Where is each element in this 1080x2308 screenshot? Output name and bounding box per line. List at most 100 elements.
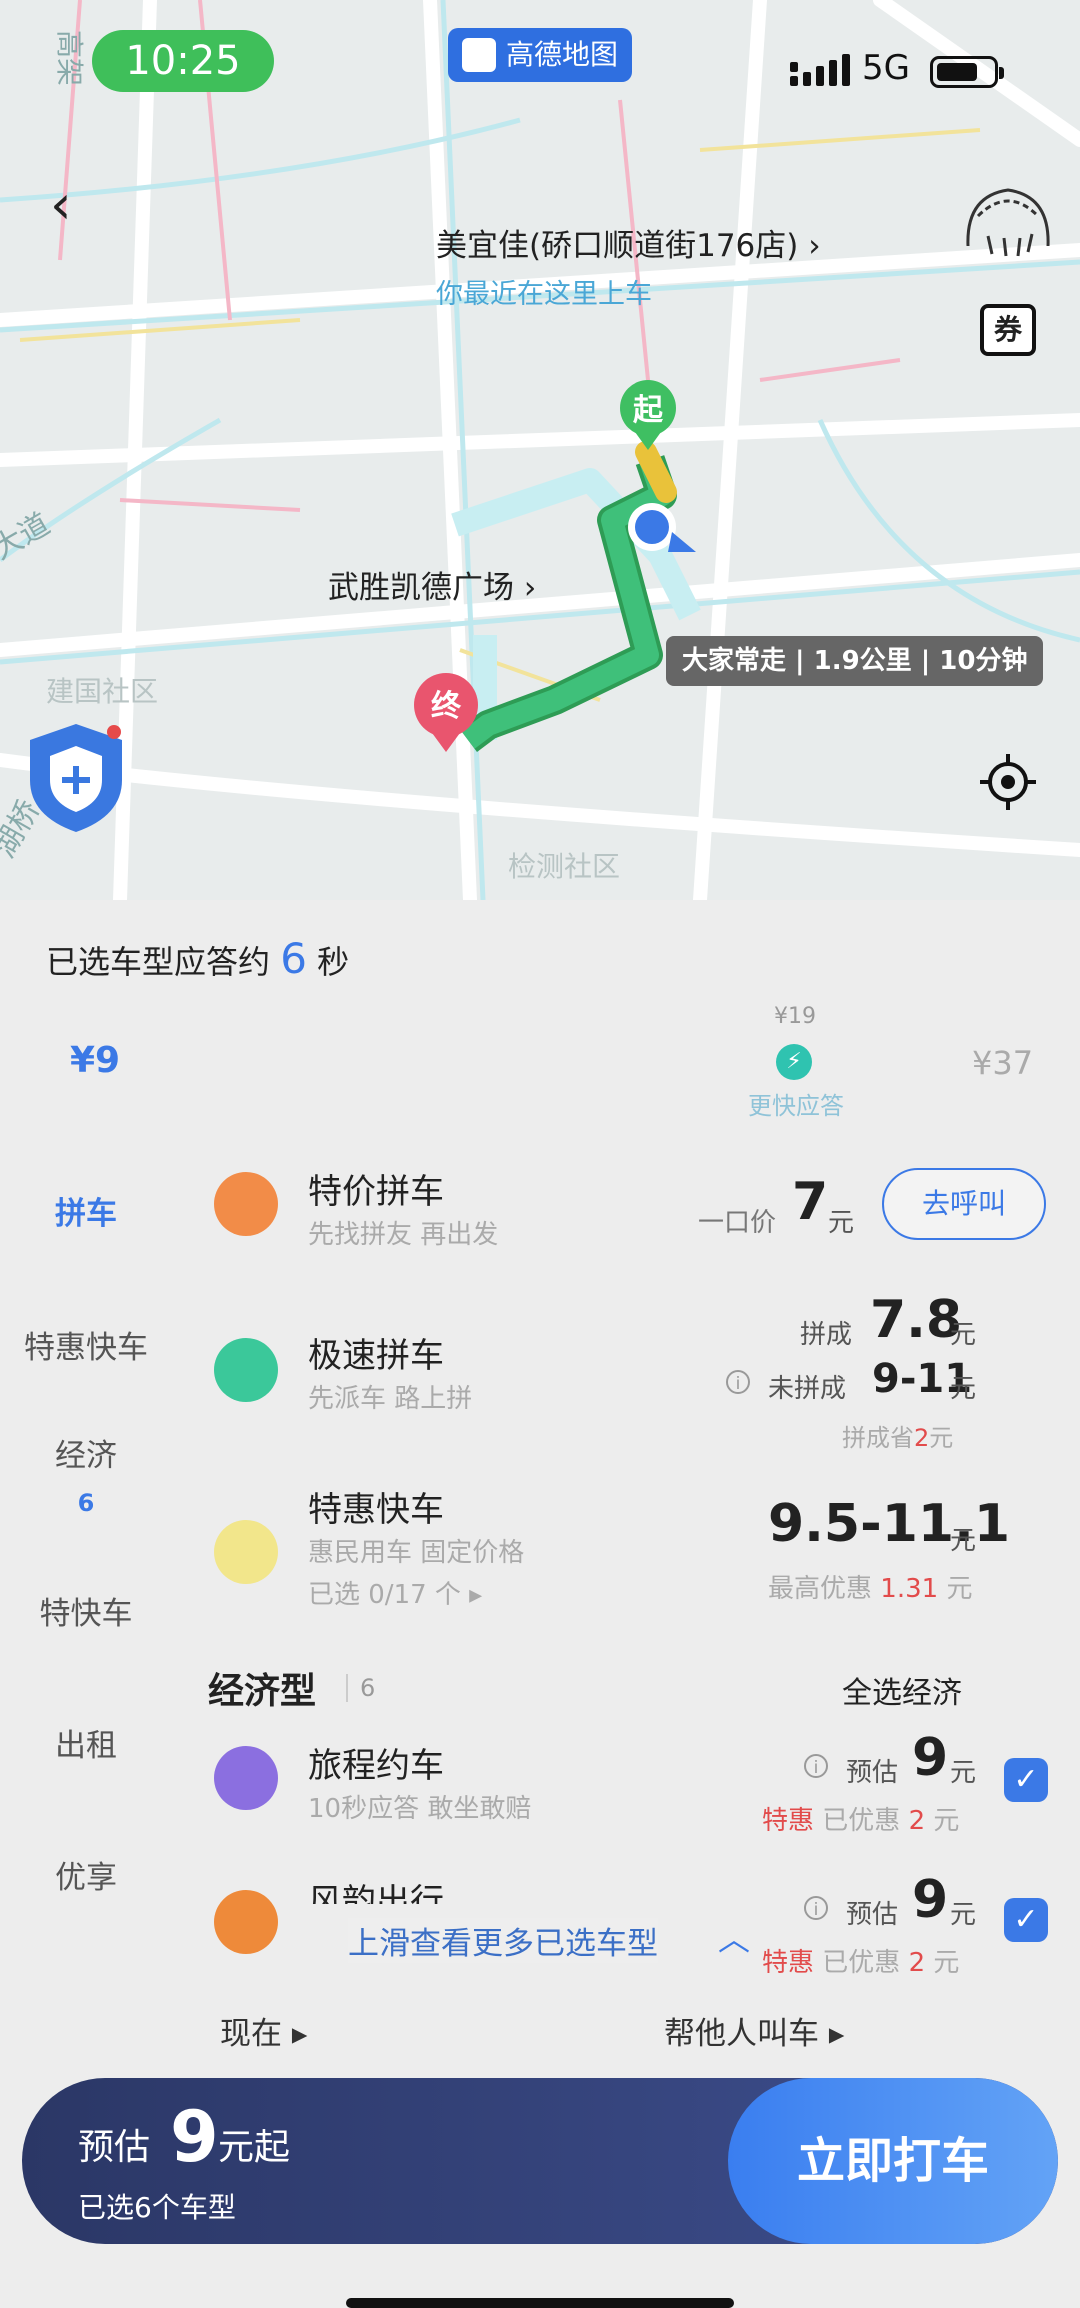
option-desc: 先找拼友 再出发 — [308, 1220, 499, 1250]
option-price: 9 — [912, 1870, 949, 1930]
option-price-prefix: 一口价 — [698, 1208, 777, 1238]
option-price-prefix: 拼成 — [800, 1320, 853, 1350]
price-scale-mid-label: 更快应答 — [748, 1092, 844, 1120]
option-selected-count[interactable]: 已选 0/17 个 ▸ — [308, 1574, 482, 1611]
option-price-unit: 元 — [950, 1526, 977, 1556]
locate-me-icon[interactable] — [978, 752, 1038, 812]
select-all-button[interactable]: 全选经济 — [842, 1668, 962, 1712]
discount-note: 特惠 已优惠 2 元 — [762, 1942, 959, 1979]
bottom-order-bar: 预估 9 元起 已选6个车型 立即打车 — [22, 2078, 1058, 2244]
price-scale-max[interactable]: ¥37 — [972, 1044, 1033, 1082]
option-price-prefix: 预估 — [846, 1900, 899, 1930]
discount-unit: 元 — [933, 1948, 960, 1978]
battery-icon — [930, 56, 1004, 88]
option-price-unit: 元 — [950, 1320, 977, 1350]
discount-prefix: 最高优惠 — [768, 1574, 873, 1604]
save-unit: 元 — [929, 1424, 954, 1452]
option-name[interactable]: 特价拼车 — [308, 1164, 444, 1213]
signal-icon — [790, 54, 850, 86]
info-icon[interactable]: i — [804, 1896, 828, 1920]
discount-prefix: 已优惠 — [822, 1806, 901, 1836]
amap-logo-icon — [462, 38, 496, 72]
selected-count: 已选6个车型 — [78, 2191, 236, 2224]
group-count: 6 — [346, 1674, 375, 1702]
coupon-icon[interactable]: 券 — [980, 304, 1036, 356]
category-label: 经济 — [55, 1438, 117, 1474]
discount-tag: 特惠 — [762, 1806, 815, 1836]
status-time: 10:25 — [92, 30, 274, 92]
discount-amount: 2 — [908, 1806, 926, 1836]
category-jingji[interactable]: 经济 6 — [0, 1430, 172, 1517]
estimate-label: 预估 — [78, 2127, 151, 2168]
swipe-up-hint[interactable]: 上滑查看更多已选车型 — [348, 1918, 658, 1963]
response-prefix: 已选车型应答约 — [46, 943, 271, 981]
group-title: 经济型 — [208, 1671, 317, 1712]
discount-amount: 2 — [908, 1948, 926, 1978]
departure-time-selector[interactable]: 现在 ▸ — [220, 2008, 307, 2053]
map-view[interactable]: 高架 大道 湖桥 起 终 10:25 高德地图 5G ‹ 美宜佳(硚口顺道街17… — [0, 0, 1080, 900]
svg-text:终: 终 — [431, 689, 462, 724]
option-price-unit: 元 — [950, 1900, 977, 1930]
safety-shield-icon[interactable] — [22, 718, 130, 836]
svg-text:起: 起 — [633, 393, 664, 428]
carpool-special-icon — [214, 1172, 278, 1236]
app-badge[interactable]: 高德地图 — [448, 28, 632, 82]
discount-prefix: 已优惠 — [822, 1948, 901, 1978]
option-desc: 先派车 路上拼 — [308, 1384, 473, 1414]
network-type: 5G — [862, 48, 910, 88]
checkbox[interactable]: ✓ — [1004, 1898, 1048, 1942]
poi-label[interactable]: 武胜凯德广场 › — [328, 562, 536, 607]
save-note: 拼成省2元 — [842, 1418, 953, 1453]
pickup-location-title[interactable]: 美宜佳(硚口顺道街176店) › — [436, 220, 821, 265]
option-price-unit: 元 — [950, 1758, 977, 1788]
discount-note: 最高优惠 1.31 元 — [768, 1568, 972, 1605]
price-scale-min[interactable]: ¥9 — [70, 1040, 120, 1081]
category-youxiang[interactable]: 优享 — [0, 1852, 172, 1897]
discount-express-icon — [214, 1520, 278, 1584]
option-name[interactable]: 风韵出行 — [308, 1874, 444, 1904]
option-price: 7 — [792, 1172, 829, 1232]
call-for-others-link[interactable]: 帮他人叫车 ▸ — [664, 2008, 844, 2053]
map-roads: 高架 大道 湖桥 起 终 — [0, 0, 1080, 900]
option-desc: 10秒应答 敢坐敢赔 — [308, 1794, 532, 1824]
avatar[interactable] — [958, 176, 1058, 272]
pickup-location-subtitle: 你最近在这里上车 — [436, 279, 652, 310]
response-suffix: 秒 — [317, 943, 350, 981]
response-seconds: 6 — [280, 934, 307, 983]
info-icon[interactable]: i — [726, 1370, 750, 1394]
back-button[interactable]: ‹ — [50, 170, 110, 240]
ride-provider-icon — [214, 1890, 278, 1954]
option-name[interactable]: 旅程约车 — [308, 1738, 444, 1787]
option-price: 7.8 — [870, 1290, 963, 1350]
save-amount: 2 — [914, 1424, 930, 1452]
option-desc: 惠民用车 固定价格 — [308, 1538, 525, 1568]
discount-unit: 元 — [933, 1806, 960, 1836]
discount-unit: 元 — [946, 1574, 973, 1604]
checkbox[interactable]: ✓ — [1004, 1758, 1048, 1802]
route-info-label: 大家常走 | 1.9公里 | 10分钟 — [666, 636, 1044, 686]
call-button[interactable]: 去呼叫 — [882, 1168, 1046, 1240]
option-name[interactable]: 极速拼车 — [308, 1328, 444, 1377]
order-now-button[interactable]: 立即打车 — [728, 2078, 1058, 2244]
category-tehui-kuaiche[interactable]: 特惠快车 — [0, 1322, 172, 1367]
ride-provider-icon — [214, 1746, 278, 1810]
map-area-label: 建国社区 — [46, 675, 159, 708]
option-price-unit: 元 — [828, 1208, 855, 1238]
app-badge-label: 高德地图 — [506, 38, 619, 71]
lightning-icon: ⚡ — [776, 1044, 812, 1080]
price-scale-mid[interactable]: ¥19 — [774, 1004, 816, 1029]
category-pinche[interactable]: 拼车 — [0, 1188, 172, 1233]
chevron-up-icon[interactable]: ︿ — [718, 1914, 750, 1960]
category-tekuaiche[interactable]: 特快车 — [0, 1588, 172, 1633]
estimate-price: 9 — [170, 2096, 219, 2178]
option-price-prefix: 未拼成 — [768, 1374, 847, 1404]
category-taxi[interactable]: 出租 — [0, 1720, 172, 1765]
option-price-prefix: 预估 — [846, 1758, 899, 1788]
info-icon[interactable]: i — [804, 1754, 828, 1778]
discount-tag: 特惠 — [762, 1948, 815, 1978]
discount-amount: 1.31 — [880, 1574, 939, 1604]
road-label: 高架 — [53, 30, 86, 86]
save-prefix: 拼成省 — [842, 1424, 914, 1452]
option-price-unit: 元 — [950, 1374, 977, 1404]
option-name[interactable]: 特惠快车 — [308, 1482, 444, 1531]
